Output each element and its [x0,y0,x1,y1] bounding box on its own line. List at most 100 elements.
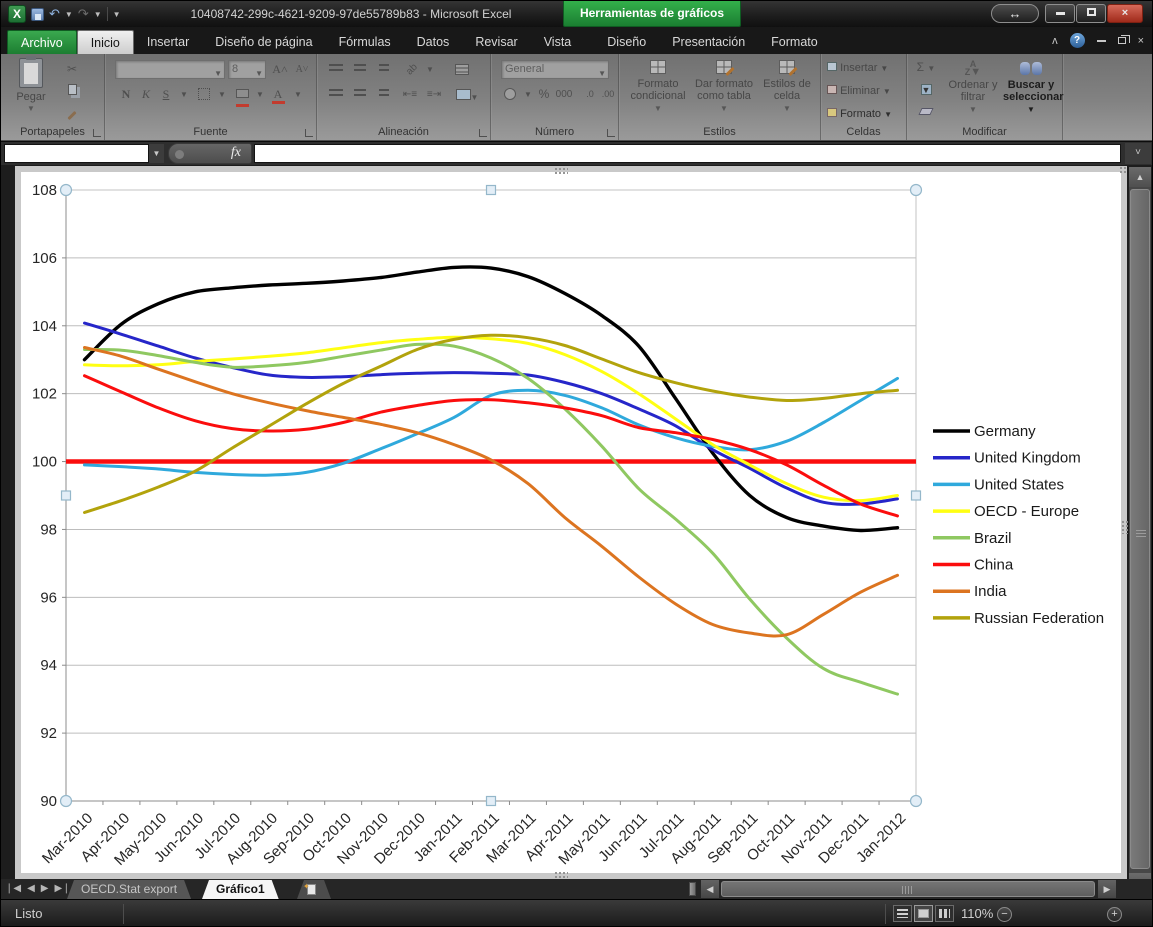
workbook-minimize-icon[interactable] [1096,39,1106,42]
customize-qat-icon[interactable]: ▼ [113,10,121,19]
fill-button[interactable]: ▼ [913,80,939,99]
redo-icon[interactable]: ↷ [76,5,91,23]
legend-label-united-states[interactable]: United States [974,476,1064,493]
selection-handle-corner[interactable] [909,794,923,808]
sheet-tab-gr-fico1[interactable]: Gráfico1 [202,880,279,899]
legend-label-germany[interactable]: Germany [974,423,1036,440]
font-name-combo[interactable]: ▼ [115,60,225,79]
cut-button[interactable]: ✂ [61,60,83,79]
decrease-indent-button[interactable]: ⇤≡ [399,85,421,104]
formula-bar-expand-icon[interactable]: ˅ [1125,143,1151,164]
thousands-button[interactable]: 000 [553,85,575,104]
increase-indent-button[interactable]: ≡⇥ [423,85,445,104]
shrink-font-button[interactable]: A˅ [291,60,313,79]
close-button[interactable]: × [1107,4,1143,23]
collapse-ribbon-icon[interactable]: ᴧ [1052,35,1058,47]
align-left-button[interactable] [325,85,347,104]
font-size-combo[interactable]: 8 ▼ [228,60,266,79]
zoom-out-button[interactable]: − [997,907,1012,922]
selection-handle-corner[interactable] [59,183,73,197]
tab-revisar[interactable]: Revisar [462,30,530,54]
clear-button[interactable] [913,102,939,121]
tab-split-handle[interactable] [689,882,696,896]
font-color-dropdown-icon[interactable]: ▼ [287,85,309,104]
grow-font-button[interactable]: A˄ [269,60,291,79]
fx-icon[interactable]: fx [231,145,241,161]
next-sheet-icon[interactable]: ▶ [41,881,49,897]
bold-button[interactable]: N [115,85,137,104]
numero-dialog-launcher[interactable] [607,129,615,137]
vertical-scrollbar[interactable]: ▲ ▼ [1129,167,1151,893]
view-page-break-button[interactable] [935,905,954,922]
chart[interactable]: 9092949698100102104106108Mar-2010Apr-201… [16,167,1127,878]
autosum-button[interactable]: Σ ▼ [913,58,939,77]
workbook-restore-icon[interactable] [1117,35,1130,44]
scroll-up-icon[interactable]: ▲ [1129,167,1151,187]
tab-inicio[interactable]: Inicio [76,30,134,54]
portapapeles-dialog-launcher[interactable] [93,129,101,137]
align-center-button[interactable] [349,85,371,104]
borders-dropdown-icon[interactable]: ▼ [211,85,233,104]
view-page-layout-button[interactable] [914,905,933,922]
find-select-button[interactable]: Buscar y seleccionar ▼ [1003,60,1064,116]
zoom-in-button[interactable]: + [1107,907,1122,922]
undo-dropdown-icon[interactable]: ▼ [65,10,73,19]
undo-icon[interactable]: ↶ [47,5,62,23]
align-right-button[interactable] [373,85,395,104]
tab-insertar[interactable]: Insertar [134,30,202,54]
context-tab-formato[interactable]: Formato [758,30,831,54]
percent-button[interactable]: % [533,85,555,104]
selection-handle-corner[interactable] [59,794,73,808]
legend-label-india[interactable]: India [974,583,1007,600]
legend-label-oecd-europe[interactable]: OECD - Europe [974,503,1079,520]
selection-handle-edge[interactable] [485,795,497,807]
last-sheet-icon[interactable]: ▶❘ [54,881,70,897]
italic-button[interactable]: K [135,85,157,104]
horizontal-scrollbar-thumb[interactable] [721,881,1095,897]
insert-sheet-tab[interactable]: ✦ [297,880,331,899]
sheet-tab-oecd-stat-export[interactable]: OECD.Stat export [67,880,191,899]
cell-styles-button[interactable]: Estilos de celda ▼ [759,60,815,115]
redo-dropdown-icon[interactable]: ▼ [94,10,102,19]
prev-sheet-icon[interactable]: ◀ [27,881,35,897]
format-cells-button[interactable]: Formato ▼ [827,108,892,120]
paste-button[interactable]: Pegar ▼ [7,56,55,115]
series-india[interactable] [83,346,899,638]
legend-label-united-kingdom[interactable]: United Kingdom [974,450,1081,467]
scroll-left-icon[interactable]: ◀ [701,880,719,898]
context-tab-presentación[interactable]: Presentación [659,30,758,54]
excel-app-icon[interactable]: X [8,5,26,23]
formula-input[interactable] [254,144,1121,163]
fuente-dialog-launcher[interactable] [305,129,313,137]
switch-window-button[interactable]: ↔ [991,4,1039,23]
wrap-text-button[interactable] [451,60,473,79]
selection-handle-edge[interactable] [910,490,922,501]
copy-button[interactable] [61,82,83,101]
merge-center-button[interactable]: ▼ [451,85,483,104]
sort-filter-button[interactable]: A Z▼ Ordenar y filtrar ▼ [945,60,1001,116]
font-color-button[interactable]: A [267,85,289,104]
workbook-close-icon[interactable]: × [1138,35,1144,47]
save-icon[interactable] [31,7,44,21]
maximize-button[interactable] [1076,4,1106,23]
decrease-decimal-button[interactable]: .00 [597,85,619,104]
selection-handle-edge[interactable] [485,184,497,196]
tab-fórmulas[interactable]: Fórmulas [326,30,404,54]
legend-label-china[interactable]: China [974,557,1014,574]
tab-vista[interactable]: Vista [531,30,585,54]
format-as-table-button[interactable]: Dar formato como tabla ▼ [691,60,757,115]
help-icon[interactable]: ? [1069,33,1085,48]
legend-label-brazil[interactable]: Brazil [974,530,1012,547]
series-oecd-europe[interactable] [83,335,899,503]
scroll-right-icon[interactable]: ▶ [1098,880,1116,898]
tab-archivo[interactable]: Archivo [7,30,77,54]
selection-handle-corner[interactable] [909,183,923,197]
orientation-dropdown-icon[interactable]: ▼ [419,60,441,79]
view-normal-button[interactable] [893,905,912,922]
insert-cells-button[interactable]: Insertar ▼ [827,62,888,74]
alineacion-dialog-launcher[interactable] [479,129,487,137]
delete-cells-button[interactable]: Eliminar ▼ [827,85,891,97]
selection-handle-edge[interactable] [60,490,72,501]
tab-diseño-de-página[interactable]: Diseño de página [202,30,325,54]
legend-label-russian-federation[interactable]: Russian Federation [974,610,1104,627]
